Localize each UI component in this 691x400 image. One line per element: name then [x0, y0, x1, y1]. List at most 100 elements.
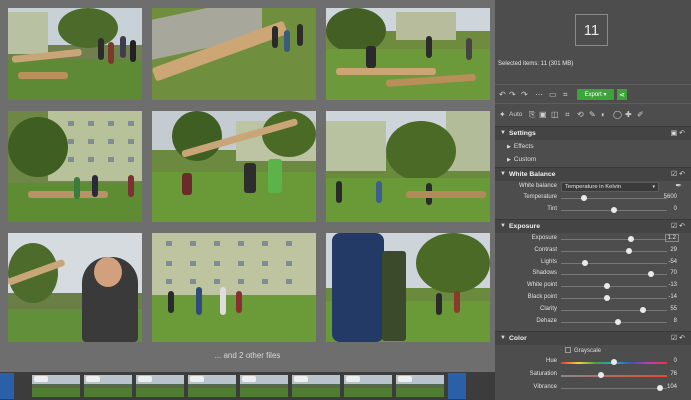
redo-icon[interactable]: ↷ — [509, 90, 516, 99]
slider-track[interactable] — [561, 286, 667, 288]
slider-label: Hue — [545, 358, 557, 364]
export-button[interactable]: Export ▾ — [577, 89, 614, 100]
slider-handle[interactable] — [648, 271, 655, 278]
exposure-section-header[interactable]: ▼ Exposure ☑ ↶ — [495, 219, 691, 233]
heal-icon[interactable]: ✚ — [625, 110, 632, 119]
section-toggle-icon[interactable]: ☑ ↶ — [671, 334, 685, 342]
gradient-icon[interactable]: ◐ — [601, 110, 606, 119]
slider-value[interactable]: 1.2 — [664, 234, 679, 242]
expand-arrow-icon: ▶ — [507, 157, 511, 163]
slider-label: Dehaze — [536, 317, 557, 324]
slider-handle[interactable] — [639, 306, 646, 313]
photo-thumbnail[interactable] — [152, 111, 316, 222]
redo-all-icon[interactable]: ↷ — [521, 90, 528, 99]
slider-handle[interactable] — [581, 195, 588, 201]
white-balance-mode-select[interactable]: Temperature in Kelvin ▾ — [561, 182, 659, 192]
section-toggle-icon[interactable]: ☑ ↶ — [671, 222, 685, 230]
photo-thumbnail[interactable] — [326, 233, 490, 342]
slider-handle[interactable] — [615, 318, 622, 325]
export-button-label: Export — [584, 91, 602, 98]
undo-icon[interactable]: ↶ — [499, 90, 506, 99]
photo-thumbnail[interactable] — [8, 233, 142, 342]
slider-row: Clarity 55 — [495, 305, 691, 316]
crop-tool-icon[interactable]: ⌗ — [565, 110, 570, 120]
filmstrip-thumbnail[interactable] — [32, 375, 80, 397]
filmstrip-thumbnail[interactable] — [188, 375, 236, 397]
history-icon[interactable]: ⋯ — [535, 90, 543, 99]
color-title: Color — [509, 335, 527, 342]
filmstrip-selection-marker — [448, 373, 466, 399]
layers-icon[interactable]: ◫ — [551, 110, 559, 119]
brush-icon[interactable]: ✎ — [589, 110, 596, 119]
slider-value: 0 — [673, 206, 677, 212]
slider-handle[interactable] — [656, 385, 663, 391]
slider-track[interactable] — [561, 262, 667, 264]
slider-handle[interactable] — [625, 247, 632, 254]
slider-handle[interactable] — [582, 259, 589, 266]
selected-count-box: 11 — [575, 14, 608, 46]
slider-row: Temperature 5600 — [495, 193, 691, 204]
photo-thumbnail[interactable] — [152, 233, 316, 342]
edit-toolbar: ↶ ↷ ↷ ⋯ ▭ ⌗ Export ▾ ⋖ — [495, 84, 691, 104]
grayscale-checkbox[interactable]: Grayscale — [565, 347, 601, 354]
slider-track[interactable] — [561, 375, 667, 377]
photo-thumbnail[interactable] — [8, 8, 142, 100]
slider-row: Tint 0 — [495, 205, 691, 216]
section-toggle-icon[interactable]: ☑ ↶ — [671, 170, 685, 178]
slider-row: Contrast 29 — [495, 246, 691, 257]
slider-track[interactable] — [561, 239, 667, 240]
photo-thumbnail[interactable] — [8, 111, 142, 222]
photo-thumbnail[interactable] — [326, 111, 490, 222]
slider-track[interactable] — [561, 198, 667, 199]
custom-item[interactable]: ▶ Custom — [507, 156, 536, 163]
save-preset-icon[interactable]: ▣ ↶ — [671, 129, 685, 137]
slider-track[interactable] — [561, 250, 667, 252]
filmstrip-thumbnail[interactable] — [292, 375, 340, 397]
slider-handle[interactable] — [611, 359, 617, 365]
share-icon[interactable]: ⋖ — [617, 89, 627, 100]
slider-handle[interactable] — [611, 207, 617, 213]
photo-thumbnail[interactable] — [152, 8, 316, 100]
white-balance-title: White Balance — [509, 171, 556, 178]
slider-handle[interactable] — [598, 372, 605, 378]
filmstrip-selection-marker — [0, 373, 14, 399]
magic-wand-icon[interactable]: ✦ — [499, 110, 506, 119]
settings-section-header[interactable]: ▼ Settings ▣ ↶ — [495, 126, 691, 140]
slider-row: Vibrance 104 — [495, 383, 691, 394]
color-section-header[interactable]: ▼ Color ☑ ↶ — [495, 331, 691, 345]
filmstrip-thumbnail[interactable] — [344, 375, 392, 397]
collapse-arrow-icon: ▼ — [500, 223, 506, 229]
rotate-icon[interactable]: ⟲ — [577, 110, 584, 119]
auto-label[interactable]: Auto — [509, 111, 522, 118]
radial-icon[interactable]: ◯ — [613, 110, 622, 119]
eyedropper-icon[interactable]: ✒ — [675, 181, 682, 190]
slider-label: Shadows — [532, 270, 557, 277]
copy-icon[interactable]: ⎘ — [529, 110, 535, 120]
slider-track[interactable] — [561, 321, 667, 323]
filmstrip-thumbnail[interactable] — [240, 375, 288, 397]
filmstrip-thumbnail[interactable] — [396, 375, 444, 397]
slider-track[interactable] — [561, 309, 667, 311]
filmstrip[interactable] — [0, 372, 495, 400]
paste-icon[interactable]: ▣ — [539, 110, 547, 119]
slider-value: 104 — [666, 384, 677, 390]
slider-handle[interactable] — [627, 236, 634, 242]
compare-icon[interactable]: ▭ — [549, 90, 557, 99]
photo-thumbnail[interactable] — [326, 8, 490, 100]
pen-icon[interactable]: ✐ — [637, 110, 644, 119]
crop-icon[interactable]: ⌗ — [563, 90, 568, 100]
filmstrip-thumbnail[interactable] — [136, 375, 184, 397]
slider-track[interactable] — [561, 388, 667, 389]
chevron-down-icon: ▾ — [652, 184, 655, 190]
slider-value: 8 — [673, 317, 677, 324]
filmstrip-thumbnail[interactable] — [84, 375, 132, 397]
white-balance-section-header[interactable]: ▼ White Balance ☑ ↶ — [495, 167, 691, 181]
slider-handle[interactable] — [603, 295, 610, 301]
slider-row: Saturation 76 — [495, 370, 691, 381]
slider-label: Lights — [540, 258, 557, 265]
slider-label: Saturation — [529, 371, 557, 377]
slider-label: Exposure — [531, 235, 557, 241]
slider-handle[interactable] — [603, 283, 610, 290]
slider-track[interactable] — [561, 298, 667, 299]
effects-item[interactable]: ▶ Effects — [507, 143, 534, 150]
